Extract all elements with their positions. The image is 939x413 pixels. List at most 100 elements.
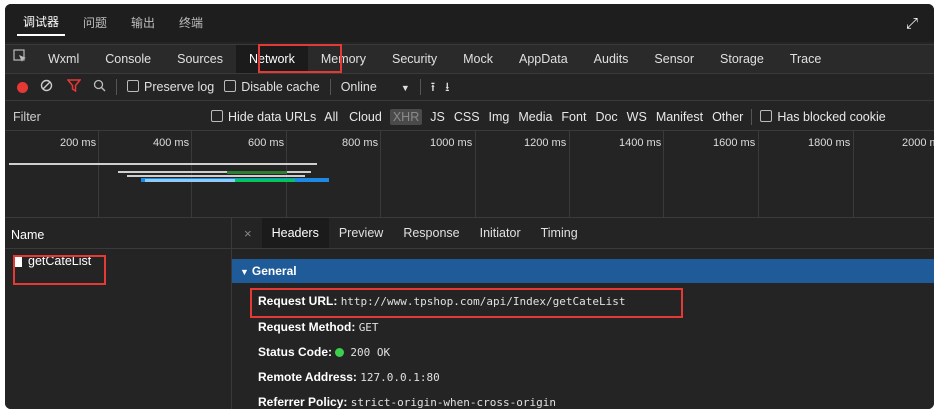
- request-highlight: [13, 255, 106, 285]
- tab-sensor[interactable]: Sensor: [641, 45, 707, 73]
- header-key: Status Code:: [258, 345, 333, 359]
- close-icon[interactable]: ×: [232, 226, 262, 241]
- devtools-window: 调试器 问题 输出 终端 ⤢ Wxml Console Sources Netw…: [5, 4, 934, 409]
- tab-console[interactable]: Console: [92, 45, 164, 73]
- tab-terminal[interactable]: 终端: [173, 11, 209, 35]
- type-filter-all[interactable]: All: [324, 104, 338, 130]
- tab-output[interactable]: 输出: [125, 11, 161, 35]
- toolbar-divider: [751, 109, 753, 125]
- preserve-log-checkbox[interactable]: Preserve log: [127, 74, 214, 100]
- tab-security[interactable]: Security: [379, 45, 450, 73]
- filter-input[interactable]: Filter: [13, 104, 203, 130]
- type-filter-xhr[interactable]: XHR: [389, 104, 423, 130]
- type-filter-ws[interactable]: WS: [627, 104, 647, 130]
- timeline-tick-label: 200 ms: [60, 137, 97, 149]
- toolbar-divider: [116, 79, 117, 95]
- type-filter-manifest[interactable]: Manifest: [656, 104, 703, 130]
- type-filter-font[interactable]: Font: [561, 104, 586, 130]
- header-key: Request Method:: [258, 320, 356, 334]
- timeline-tick-label: 400 ms: [153, 137, 190, 149]
- hide-data-urls-checkbox[interactable]: Hide data URLs: [211, 104, 316, 130]
- export-har-icon[interactable]: ⭳: [445, 74, 449, 100]
- header-row-referrer-policy: Referrer Policy: strict-origin-when-cros…: [258, 392, 556, 409]
- tab-trace[interactable]: Trace: [777, 45, 835, 73]
- import-har-icon[interactable]: ⭱: [431, 74, 435, 100]
- tab-sources[interactable]: Sources: [164, 45, 236, 73]
- record-icon[interactable]: [17, 81, 28, 93]
- timeline-gridline: [191, 131, 192, 217]
- type-filter-js[interactable]: JS: [430, 104, 445, 130]
- timeline-gridline: [380, 131, 381, 217]
- has-blocked-cookies-checkbox[interactable]: Has blocked cookie: [760, 104, 886, 130]
- type-filter-css[interactable]: CSS: [454, 104, 480, 130]
- disable-cache-checkbox[interactable]: Disable cache: [224, 74, 320, 100]
- timeline-bar: [227, 171, 287, 174]
- header-value: 200 OK: [350, 346, 391, 359]
- timeline-overview[interactable]: 200 ms 400 ms 600 ms 800 ms 1000 ms 1200…: [5, 131, 934, 218]
- filter-icon[interactable]: [66, 79, 82, 95]
- tab-debugger[interactable]: 调试器: [17, 10, 66, 36]
- general-title: General: [251, 264, 297, 278]
- toolbar-divider: [329, 79, 331, 95]
- hide-data-urls-label: Hide data URLs: [228, 110, 317, 124]
- header-row-request-method: Request Method: GET: [258, 317, 379, 337]
- expand-icon[interactable]: ⤢: [902, 14, 922, 34]
- tab-preview[interactable]: Preview: [329, 218, 393, 248]
- tab-wxml[interactable]: Wxml: [35, 45, 92, 73]
- timeline-tick-label: 1400 ms: [619, 137, 662, 149]
- timeline-gridline: [98, 131, 99, 217]
- network-toolbar: Preserve log Disable cache Online ▼ ⭱ ⭳: [5, 74, 934, 101]
- header-row-remote-address: Remote Address: 127.0.0.1:80: [258, 367, 440, 387]
- type-filter-cloud[interactable]: Cloud: [349, 104, 382, 130]
- name-column-header[interactable]: Name: [5, 218, 231, 249]
- timeline-tick-label: 1600 ms: [713, 137, 756, 149]
- type-filter-media[interactable]: Media: [518, 104, 552, 130]
- triangle-down-icon: ▼: [240, 267, 249, 277]
- type-filter-doc[interactable]: Doc: [595, 104, 617, 130]
- timeline-gridline: [853, 131, 854, 217]
- tab-mock[interactable]: Mock: [450, 45, 506, 73]
- timeline-tick-label: 1000 ms: [430, 137, 473, 149]
- timeline-gridline: [663, 131, 664, 217]
- general-section-header[interactable]: ▼ General: [232, 259, 934, 283]
- tab-initiator[interactable]: Initiator: [470, 218, 531, 248]
- header-value: 127.0.0.1:80: [360, 371, 440, 384]
- details-tabbar: × Headers Preview Response Initiator Tim…: [232, 218, 934, 249]
- status-dot-icon: [335, 348, 345, 357]
- timeline-bar: [127, 175, 305, 177]
- preserve-log-label: Preserve log: [144, 80, 215, 94]
- request-list: Name getCateList: [5, 218, 232, 409]
- clear-icon[interactable]: [40, 79, 53, 95]
- timeline-tick-label: 2000 ms: [902, 137, 934, 149]
- timeline-tick-label: 600 ms: [248, 137, 285, 149]
- xhr-label: XHR: [389, 109, 423, 125]
- timeline-tick-label: 1800 ms: [808, 137, 851, 149]
- tab-storage[interactable]: Storage: [707, 45, 777, 73]
- type-filter-other[interactable]: Other: [712, 104, 743, 130]
- header-key: Remote Address:: [258, 370, 357, 384]
- tab-headers[interactable]: Headers: [261, 218, 329, 248]
- throttling-value: Online: [340, 80, 377, 94]
- timeline-tick-label: 800 ms: [342, 137, 379, 149]
- type-filter-img[interactable]: Img: [489, 104, 510, 130]
- timeline-bar: [145, 179, 235, 182]
- timeline-gridline: [569, 131, 570, 217]
- tab-timing[interactable]: Timing: [531, 218, 588, 248]
- network-tab-highlight: [258, 44, 342, 73]
- checkbox-box: [224, 80, 237, 92]
- timeline-tick-label: 1200 ms: [524, 137, 567, 149]
- checkbox-box: [760, 110, 773, 122]
- tab-problems[interactable]: 问题: [77, 11, 113, 35]
- search-icon[interactable]: [93, 79, 106, 95]
- tab-audits[interactable]: Audits: [581, 45, 642, 73]
- element-picker-icon[interactable]: [5, 45, 35, 73]
- timeline-bar: [235, 179, 295, 182]
- header-value: strict-origin-when-cross-origin: [350, 396, 557, 409]
- tab-appdata[interactable]: AppData: [506, 45, 581, 73]
- has-blocked-cookies-label: Has blocked cookie: [777, 110, 886, 124]
- header-row-status-code: Status Code: 200 OK: [258, 342, 390, 362]
- tab-response[interactable]: Response: [393, 218, 469, 248]
- checkbox-box: [127, 80, 139, 92]
- timeline-gridline: [475, 131, 476, 217]
- throttling-select[interactable]: Online ▼: [341, 74, 410, 100]
